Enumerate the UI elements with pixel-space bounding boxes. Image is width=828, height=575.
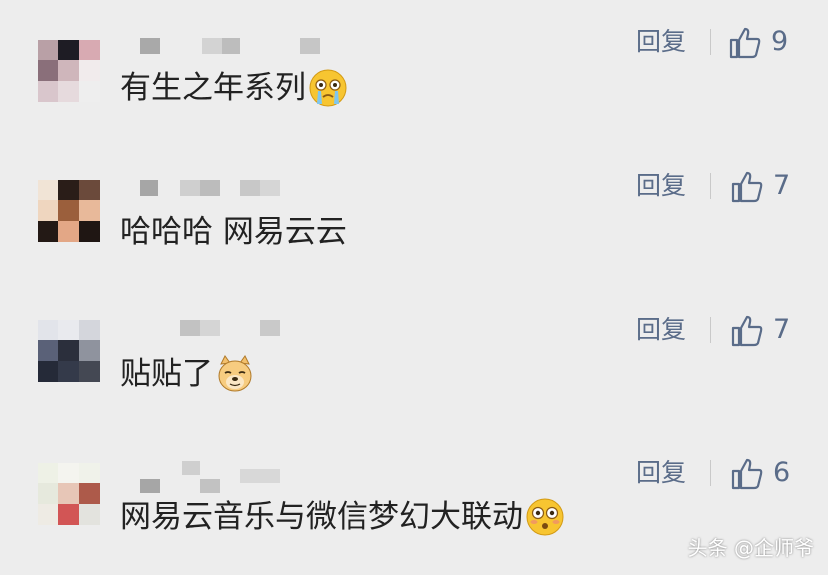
comment-text-row: 哈哈哈 网易云云 (120, 212, 347, 252)
like-count: 6 (773, 457, 791, 488)
divider (710, 29, 711, 55)
flushed-face-emoji (526, 498, 564, 536)
nickname-pixelated (140, 461, 290, 493)
comment-text: 网易云音乐与微信梦幻大联动 (120, 499, 523, 535)
comment-text: 贴贴了 (120, 356, 213, 392)
nickname-pixelated (180, 320, 300, 340)
avatar[interactable] (38, 40, 100, 102)
comment-item: 贴贴了 回复 7 (0, 282, 828, 422)
reply-button[interactable]: 回复 (636, 458, 686, 488)
nickname-pixelated (140, 180, 300, 200)
comment-text: 哈哈哈 网易云云 (120, 214, 347, 250)
comment-text: 有生之年系列 (120, 70, 306, 106)
comment-text-row: 贴贴了 (120, 354, 255, 394)
divider (710, 317, 711, 343)
avatar[interactable] (38, 463, 100, 525)
divider (710, 460, 711, 486)
divider (710, 173, 711, 199)
thumbs-up-icon[interactable] (730, 314, 764, 348)
avatar[interactable] (38, 320, 100, 382)
thumbs-up-icon[interactable] (730, 170, 764, 204)
comment-text-row: 网易云音乐与微信梦幻大联动 (120, 497, 565, 537)
doge-emoji (218, 355, 252, 392)
reply-button[interactable]: 回复 (636, 315, 686, 345)
reply-button[interactable]: 回复 (636, 27, 686, 57)
like-count: 7 (773, 170, 791, 201)
thumbs-up-icon[interactable] (728, 26, 762, 60)
like-count: 9 (771, 26, 789, 57)
comment-text-row: 有生之年系列 (120, 68, 348, 108)
nickname-pixelated (140, 38, 330, 58)
comment-item: 哈哈哈 网易云云 回复 7 (0, 140, 828, 280)
comment-item: 有生之年系列 回复 9 (0, 0, 828, 140)
crying-face-emoji (309, 69, 347, 107)
thumbs-up-icon[interactable] (730, 457, 764, 491)
reply-button[interactable]: 回复 (636, 171, 686, 201)
watermark: 头条 @企师爷 (687, 536, 814, 560)
like-count: 7 (773, 314, 791, 345)
avatar[interactable] (38, 180, 100, 242)
